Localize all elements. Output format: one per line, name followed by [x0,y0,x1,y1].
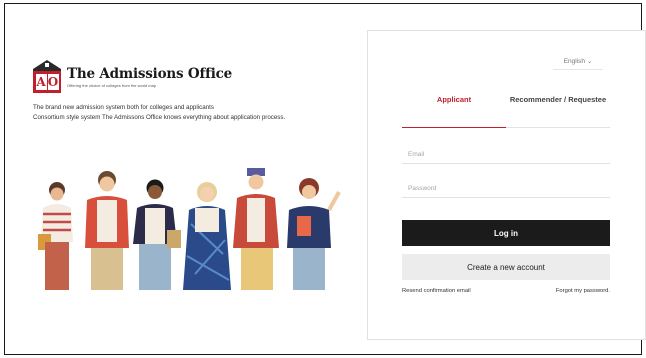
forgot-password-link[interactable]: Forgot my password. [556,288,610,294]
tab-recommender-requestee[interactable]: Recommender / Requestee [506,93,610,127]
brand-tagline: Offering the choice of colleges from the… [67,82,157,88]
site-description: The brand new admission system both for … [33,103,285,122]
student-figure [233,168,279,290]
description-line-1: The brand new admission system both for … [33,104,214,111]
admissions-office-logo: A O [33,60,61,93]
resend-confirmation-link[interactable]: Resend confirmation email [402,288,471,294]
logo-mark: A O [33,71,61,93]
page-frame: A O The Admissions Office Offering the c… [4,3,646,355]
email-field[interactable] [402,146,610,164]
student-figure [287,178,341,290]
logo-letter-o: O [47,74,59,90]
create-account-button[interactable]: Create a new account [402,254,610,280]
student-figure [38,182,73,290]
group-of-students-illustration [38,168,341,290]
building-roof-icon [33,60,61,71]
login-card: English ⌄ Applicant Recommender / Reques… [367,30,646,340]
description-line-2: Consortium style system The Admissons Of… [33,113,286,121]
brand: A O The Admissions Office Offering the c… [33,60,232,93]
student-figure [183,182,231,290]
password-field[interactable] [402,180,610,198]
login-tabs: Applicant Recommender / Requestee [402,93,610,128]
student-figure [85,171,129,290]
student-figure [133,179,181,290]
brand-title: The Admissions Office [67,65,233,82]
language-selector[interactable]: English ⌄ [553,57,603,70]
logo-letter-a: A [35,74,47,90]
auth-links: Resend confirmation email Forgot my pass… [402,288,610,294]
login-button[interactable]: Log in [402,220,610,246]
tab-applicant[interactable]: Applicant [402,93,506,128]
